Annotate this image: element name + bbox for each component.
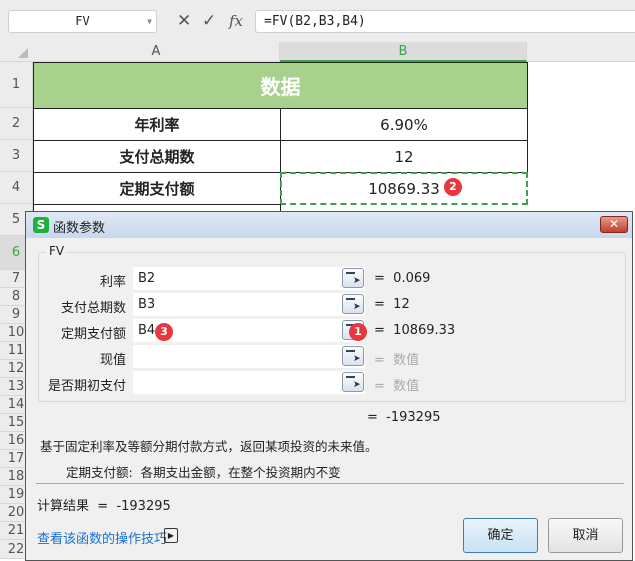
- group-label: FV: [46, 244, 68, 258]
- arg-result: = 12: [374, 297, 410, 312]
- value-cell[interactable]: 6.90%: [280, 108, 528, 141]
- close-button[interactable]: ✕: [600, 216, 628, 233]
- arg-input-value: B2: [138, 271, 156, 286]
- value-cell-selected[interactable]: 10869.33: [280, 172, 528, 205]
- fx-icon[interactable]: fx: [229, 12, 243, 30]
- ok-button[interactable]: 确定: [463, 518, 538, 553]
- arg-label: 利率: [99, 275, 126, 290]
- cancel-button[interactable]: 取消: [548, 518, 623, 553]
- dialog-title: 函数参数: [53, 221, 106, 236]
- badge-1: 1: [349, 323, 367, 341]
- name-box[interactable]: FV ▼: [8, 10, 157, 33]
- name-box-value: FV: [75, 14, 90, 28]
- badge-2: 2: [444, 178, 462, 196]
- dialog-title-bar[interactable]: S 函数参数 ✕: [26, 212, 632, 238]
- arg-input[interactable]: B3: [133, 293, 365, 316]
- arg-result: = 0.069: [374, 271, 431, 286]
- column-header-a[interactable]: A: [33, 42, 280, 62]
- badge-3: 3: [155, 323, 173, 341]
- cell-picker-icon[interactable]: ➤: [342, 346, 364, 366]
- arg-label: 现值: [99, 353, 126, 368]
- cell-picker-icon[interactable]: ➤: [342, 294, 364, 314]
- arg-input[interactable]: B2: [133, 267, 365, 290]
- arg-result: = 10869.33: [374, 323, 456, 338]
- select-all-icon[interactable]: [18, 48, 28, 58]
- confirm-icon[interactable]: ✓: [202, 11, 216, 31]
- label-cell[interactable]: 支付总期数: [33, 140, 281, 173]
- formula-result: = -193295: [367, 410, 441, 425]
- cell-picker-icon[interactable]: ➤: [342, 268, 364, 288]
- arg-label: 是否期初支付: [47, 379, 126, 394]
- chevron-down-icon[interactable]: ▼: [147, 11, 152, 32]
- function-arguments-dialog: S 函数参数 ✕ FV 利率 B2 ➤ = 0.069 支付总期数 B3 ➤ = …: [25, 211, 633, 561]
- cell-picker-icon[interactable]: ➤: [342, 372, 364, 392]
- arg-input[interactable]: [133, 345, 365, 368]
- arg-label: 支付总期数: [60, 301, 126, 316]
- formula-input[interactable]: =FV(B2,B3,B4): [255, 10, 635, 33]
- value-cell[interactable]: 12: [280, 140, 528, 173]
- arg-input-value: B3: [138, 297, 156, 312]
- cancel-icon[interactable]: ✕: [177, 11, 191, 31]
- row-header[interactable]: 3: [0, 140, 33, 172]
- row-header[interactable]: 1: [0, 62, 33, 108]
- arg-result: = 数值: [374, 379, 420, 394]
- arg-input-value: B4: [138, 323, 156, 338]
- row-header[interactable]: 4: [0, 172, 33, 204]
- app-icon: S: [33, 217, 49, 233]
- help-link[interactable]: 查看该函数的操作技巧: [37, 528, 167, 547]
- video-icon[interactable]: ▶: [164, 528, 178, 543]
- header-cell[interactable]: 数据: [33, 62, 528, 109]
- calc-result: 计算结果 = -193295: [37, 499, 171, 514]
- arg-input[interactable]: [133, 371, 365, 394]
- label-cell[interactable]: 定期支付额: [33, 172, 281, 205]
- argument-description: 定期支付额: 各期支出金额，在整个投资期内不变: [66, 465, 341, 480]
- row-header[interactable]: 2: [0, 108, 33, 140]
- arg-result: = 数值: [374, 353, 420, 368]
- column-header-b[interactable]: B: [280, 42, 527, 62]
- divider: [36, 483, 624, 484]
- arg-label: 定期支付额: [60, 327, 126, 342]
- label-cell[interactable]: 年利率: [33, 108, 281, 141]
- function-description: 基于固定利率及等额分期付款方式，返回某项投资的未来值。: [40, 439, 378, 454]
